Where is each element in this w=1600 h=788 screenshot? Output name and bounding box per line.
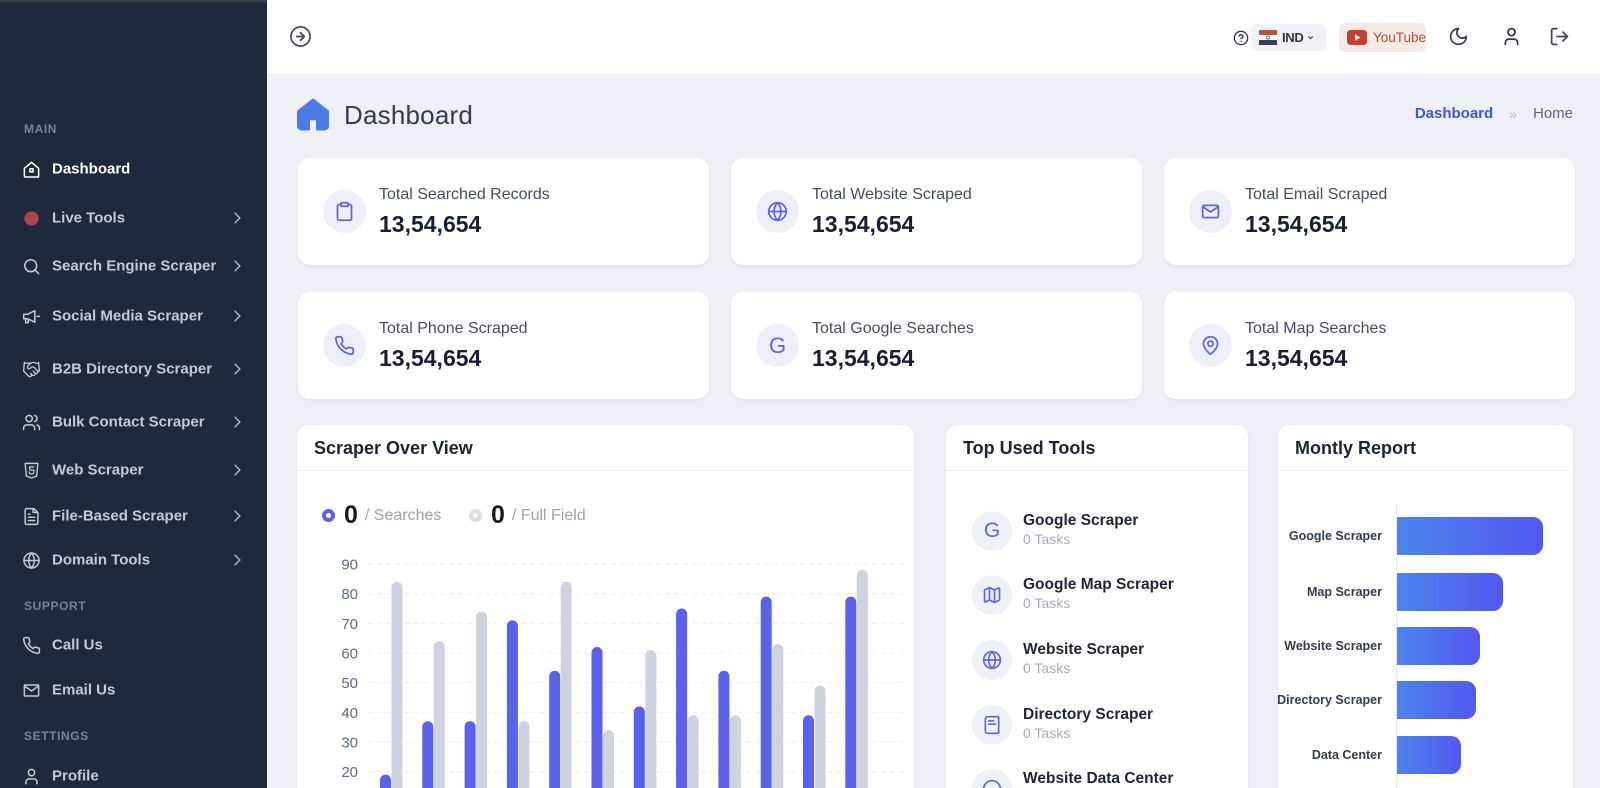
svg-text:30: 30 [341, 735, 358, 752]
svg-text:80: 80 [341, 586, 358, 603]
svg-text:60: 60 [341, 646, 358, 663]
svg-text:40: 40 [341, 705, 358, 722]
svg-text:50: 50 [341, 675, 358, 692]
svg-text:70: 70 [341, 616, 358, 633]
svg-text:90: 90 [341, 557, 358, 574]
svg-text:20: 20 [341, 764, 358, 781]
